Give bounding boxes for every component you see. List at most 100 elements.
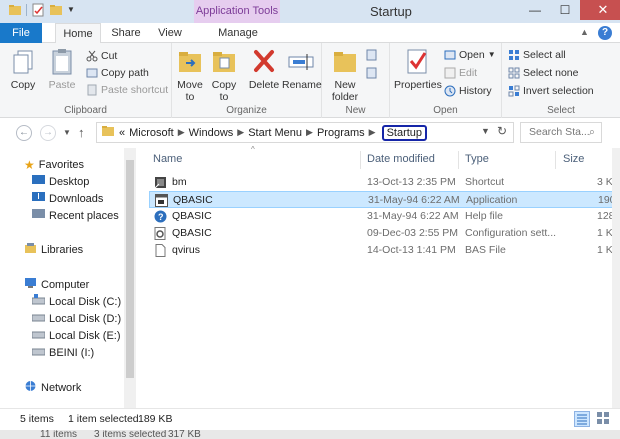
computer-icon: [24, 277, 37, 294]
help-icon[interactable]: ?: [598, 26, 612, 40]
nav-libraries-label: Libraries: [41, 244, 84, 256]
copy-to-label: Copy to: [211, 79, 237, 103]
edit-button[interactable]: Edit: [444, 65, 477, 81]
refresh-icon[interactable]: ↻: [497, 124, 507, 138]
select-none-button[interactable]: Select none: [508, 65, 578, 81]
sort-ascending-icon: ^: [251, 145, 255, 154]
breadcrumb-start-menu[interactable]: Start Menu: [248, 127, 302, 139]
back-button[interactable]: ←: [16, 125, 32, 141]
nav-local-disk-e[interactable]: Local Disk (E:): [31, 328, 121, 344]
recent-locations-icon[interactable]: ▼: [63, 128, 71, 137]
nav-downloads[interactable]: Downloads: [32, 191, 103, 207]
address-field[interactable]: « Microsoft ▶ Windows ▶ Start Menu ▶ Pro…: [96, 122, 514, 143]
nav-favorites[interactable]: ★ Favorites: [24, 157, 84, 173]
file-date: 31-May-94 6:22 AM: [368, 194, 460, 206]
paste-shortcut-icon: [86, 84, 98, 96]
window-controls: — ☐ ✕: [520, 0, 620, 20]
maximize-button[interactable]: ☐: [550, 0, 580, 20]
column-divider[interactable]: [555, 151, 556, 169]
details-view-button[interactable]: [574, 411, 590, 427]
new-group: New folder New: [322, 43, 390, 118]
select-all-label: Select all: [523, 49, 566, 61]
new-item-button[interactable]: [366, 47, 378, 63]
tab-home[interactable]: Home: [55, 23, 101, 44]
scissors-icon: [86, 50, 98, 62]
delete-button[interactable]: Delete: [246, 47, 282, 91]
tab-manage[interactable]: Manage: [203, 23, 273, 43]
file-row[interactable]: qvirus 14-Oct-13 1:41 PM BAS File 1 K: [149, 242, 619, 259]
column-header-date[interactable]: Date modified: [367, 153, 435, 165]
breadcrumb-programs[interactable]: Programs: [317, 127, 365, 139]
column-header-type[interactable]: Type: [465, 153, 489, 165]
chevron-right-icon[interactable]: ▶: [178, 127, 185, 138]
new-folder-button[interactable]: New folder: [328, 47, 362, 103]
cut-button[interactable]: Cut: [86, 48, 117, 64]
customize-toolbar-icon[interactable]: ▼: [67, 3, 81, 17]
breadcrumb-startup[interactable]: Startup: [381, 124, 428, 141]
breadcrumb-overflow[interactable]: «: [119, 127, 125, 139]
file-row[interactable]: ? QBASIC 31-May-94 6:22 AM Help file 128…: [149, 208, 620, 225]
close-button[interactable]: ✕: [580, 0, 620, 20]
forward-arrow-icon: →: [43, 127, 53, 138]
copy-button[interactable]: Copy: [8, 47, 38, 91]
column-header-name[interactable]: Name: [153, 153, 182, 165]
edit-icon: [444, 67, 456, 79]
nav-scrollbar-thumb[interactable]: [126, 160, 134, 378]
desktop-icon: [32, 174, 45, 190]
nav-network[interactable]: Network: [24, 380, 81, 396]
file-row[interactable]: bm 13-Oct-13 2:35 PM Shortcut 3 K: [149, 174, 619, 191]
file-row-selected[interactable]: QBASIC 31-May-94 6:22 AM Application 190…: [149, 191, 620, 209]
nav-libraries[interactable]: Libraries: [24, 242, 83, 258]
properties-icon[interactable]: [31, 3, 45, 17]
invert-selection-button[interactable]: Invert selection: [508, 83, 594, 99]
nav-computer[interactable]: Computer: [24, 277, 89, 293]
paste-button[interactable]: Paste: [45, 47, 79, 91]
nav-recent-places[interactable]: Recent places: [32, 208, 119, 224]
organize-group: Move to Copy to Delete Rename Organize: [172, 43, 322, 118]
column-header-size[interactable]: Size: [563, 153, 584, 165]
new-item-icon: [366, 49, 378, 61]
open-button[interactable]: Open ▼: [444, 47, 496, 63]
file-list-scrollbar[interactable]: [612, 148, 620, 408]
nav-beini-drive[interactable]: BEINI (I:): [31, 345, 94, 361]
collapse-ribbon-icon[interactable]: ▲: [580, 27, 589, 37]
search-input[interactable]: Search Sta... ⌕: [520, 122, 602, 143]
clipboard-group-label: Clipboard: [64, 105, 107, 116]
open-dropdown-icon[interactable]: ▼: [488, 47, 496, 63]
hard-drive-icon: [31, 328, 46, 344]
address-dropdown-icon[interactable]: ▼: [481, 126, 490, 136]
folder-icon[interactable]: [8, 3, 22, 17]
select-all-button[interactable]: Select all: [508, 47, 566, 63]
tab-file[interactable]: File: [0, 23, 42, 43]
up-arrow-icon[interactable]: ↑: [78, 125, 85, 140]
file-name: QBASIC: [172, 227, 212, 239]
column-divider[interactable]: [458, 151, 459, 169]
copy-to-button[interactable]: Copy to: [208, 47, 240, 103]
chevron-right-icon[interactable]: ▶: [237, 127, 244, 138]
history-button[interactable]: History: [444, 83, 492, 99]
rename-button[interactable]: Rename: [282, 47, 322, 91]
tab-view[interactable]: View: [150, 23, 190, 43]
chevron-right-icon[interactable]: ▶: [369, 127, 376, 138]
new-folder-icon[interactable]: [49, 3, 63, 17]
paste-shortcut-button[interactable]: Paste shortcut: [86, 82, 168, 98]
nav-local-disk-d[interactable]: Local Disk (D:): [31, 311, 121, 327]
copy-path-button[interactable]: Copy path: [86, 65, 149, 81]
forward-button[interactable]: →: [40, 125, 56, 141]
file-date: 13-Oct-13 2:35 PM: [367, 176, 456, 188]
file-row[interactable]: QBASIC 09-Dec-03 2:55 PM Configuration s…: [149, 225, 619, 242]
move-to-button[interactable]: Move to: [174, 47, 206, 103]
column-divider[interactable]: [360, 151, 361, 169]
breadcrumb-windows[interactable]: Windows: [189, 127, 234, 139]
chevron-right-icon[interactable]: ▶: [306, 127, 313, 138]
minimize-button[interactable]: —: [520, 0, 550, 20]
tab-share[interactable]: Share: [106, 23, 146, 43]
nav-local-disk-c[interactable]: Local Disk (C:): [31, 294, 121, 310]
nav-desktop[interactable]: Desktop: [32, 174, 89, 190]
large-icons-view-button[interactable]: [596, 411, 612, 427]
properties-button[interactable]: Properties: [394, 47, 442, 91]
breadcrumb-microsoft[interactable]: Microsoft: [129, 127, 174, 139]
easy-access-button[interactable]: [366, 65, 378, 81]
nav-scrollbar[interactable]: [124, 148, 136, 408]
file-name-cell: QBASIC: [155, 192, 213, 209]
